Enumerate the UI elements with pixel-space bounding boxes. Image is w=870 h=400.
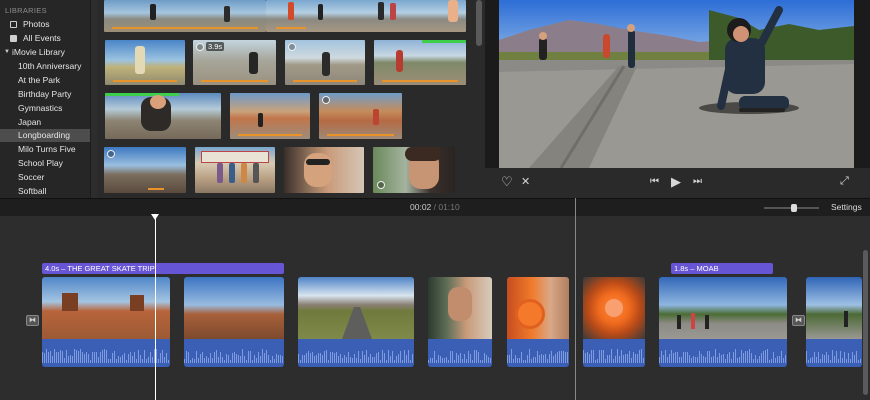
timeline-clip[interactable] [507, 277, 569, 367]
sidebar-item-imovie-library[interactable]: ▼ iMovie Library [0, 46, 90, 59]
heart-icon[interactable]: ♡ [501, 174, 513, 190]
clip-thumbnail[interactable] [104, 0, 266, 32]
clip-thumbnail[interactable] [284, 147, 364, 193]
used-range-bar [238, 134, 302, 136]
skip-back-icon[interactable]: ⏮ [650, 176, 659, 187]
audio-waveform [42, 339, 170, 367]
used-range-bar [113, 80, 177, 82]
disclosure-triangle-icon[interactable]: ▼ [4, 46, 10, 59]
play-icon[interactable]: ▶ [671, 174, 681, 190]
playhead[interactable] [155, 216, 156, 400]
timeline-clip[interactable] [184, 277, 284, 367]
settings-button[interactable]: Settings [831, 202, 862, 212]
used-range-bar [112, 27, 258, 29]
clip-thumbnail[interactable] [373, 147, 455, 193]
timeline-clip[interactable] [583, 277, 645, 367]
browser-scrollbar[interactable] [476, 0, 482, 46]
favorite-marker [422, 40, 466, 43]
clip-thumbnail[interactable] [319, 93, 402, 139]
sidebar-item-soccer[interactable]: Soccer [0, 171, 90, 184]
favorite-marker [105, 93, 179, 96]
sidebar-scrollbar[interactable] [90, 0, 97, 198]
events-icon [10, 35, 17, 42]
used-range-bar [201, 80, 268, 82]
sidebar-item-birthday-party[interactable]: Birthday Party [0, 88, 90, 101]
sidebar-item-milo-turns-five[interactable]: Milo Turns Five [0, 143, 90, 156]
favorite-badge-icon [322, 96, 330, 104]
sidebar-item-longboarding[interactable]: Longboarding [0, 129, 90, 142]
used-range-bar [148, 188, 164, 190]
sidebar-item-10th-anniversary[interactable]: 10th Anniversary [0, 60, 90, 73]
audio-waveform [583, 339, 645, 367]
skip-forward-icon[interactable]: ⏭ [693, 176, 702, 187]
favorite-badge-icon [377, 181, 385, 189]
timeline-clip[interactable] [42, 277, 170, 367]
sidebar-item-photos[interactable]: Photos [0, 18, 90, 31]
clip-thumbnail[interactable] [285, 40, 365, 85]
viewer-controls-bar: ♡ ✕ ⏮ ▶ ⏭ ⤢ [485, 168, 870, 198]
favorite-badge-icon [288, 43, 296, 51]
audio-waveform [428, 339, 492, 367]
clip-duration-label: 3.9s [206, 42, 225, 51]
timecode-total: 01:10 [438, 202, 460, 212]
used-range-bar [276, 27, 306, 29]
clip-thumbnail[interactable] [374, 40, 466, 85]
reject-icon[interactable]: ✕ [521, 175, 530, 188]
audio-waveform [507, 339, 569, 367]
playhead-handle-icon[interactable] [151, 214, 159, 220]
sidebar-item-gymnastics[interactable]: Gymnastics [0, 102, 90, 115]
viewer-frame [499, 0, 854, 168]
title-clip[interactable]: 4.0s – THE GREAT SKATE TRIP [42, 263, 284, 274]
clip-thumbnail[interactable] [195, 147, 275, 193]
zoom-slider-knob[interactable] [791, 204, 798, 212]
timeline-clip[interactable] [298, 277, 414, 367]
audio-waveform [184, 339, 284, 367]
used-range-bar [327, 134, 394, 136]
used-range-bar [382, 80, 458, 82]
clip-thumbnail[interactable]: 3.9s [193, 40, 276, 85]
audio-waveform [659, 339, 787, 367]
timeline-clip[interactable] [806, 277, 862, 367]
timecode-display: 00:02 / 01:10 [410, 202, 460, 212]
title-clip[interactable]: 1.8s – MOAB [671, 263, 773, 274]
clip-thumbnail[interactable] [266, 0, 466, 32]
libraries-header: LIBRARIES [5, 6, 47, 15]
transition-icon[interactable]: ⧓ [792, 315, 805, 326]
video-viewer[interactable] [499, 0, 854, 168]
sidebar-item-school-play[interactable]: School Play [0, 157, 90, 170]
favorite-badge-icon [196, 43, 204, 51]
timecode-current: 00:02 [410, 202, 432, 212]
libraries-sidebar: LIBRARIES Photos All Events ▼ iMovie Libr… [0, 0, 96, 198]
sidebar-item-japan[interactable]: Japan [0, 116, 90, 129]
transition-icon[interactable]: ⧓ [26, 315, 39, 326]
audio-waveform [298, 339, 414, 367]
sidebar-item-all-events[interactable]: All Events [0, 32, 90, 45]
used-range-bar [293, 80, 357, 82]
clip-thumbnail[interactable] [105, 40, 185, 85]
skimmer-line [575, 198, 576, 400]
photos-icon [10, 21, 17, 28]
sidebar-item-at-the-park[interactable]: At the Park [0, 74, 90, 87]
favorite-badge-icon [107, 150, 115, 158]
clip-thumbnail[interactable] [230, 93, 310, 139]
fullscreen-icon[interactable]: ⤢ [840, 175, 849, 188]
timecode-separator: / [433, 202, 437, 212]
timeline-clip[interactable] [659, 277, 787, 367]
audio-waveform [806, 339, 862, 367]
clip-thumbnail[interactable] [105, 93, 221, 139]
timeline-scrollbar[interactable] [863, 250, 868, 395]
timeline-clip[interactable] [428, 277, 492, 367]
clip-thumbnail[interactable] [104, 147, 186, 193]
sidebar-item-softball[interactable]: Softball [0, 185, 90, 198]
